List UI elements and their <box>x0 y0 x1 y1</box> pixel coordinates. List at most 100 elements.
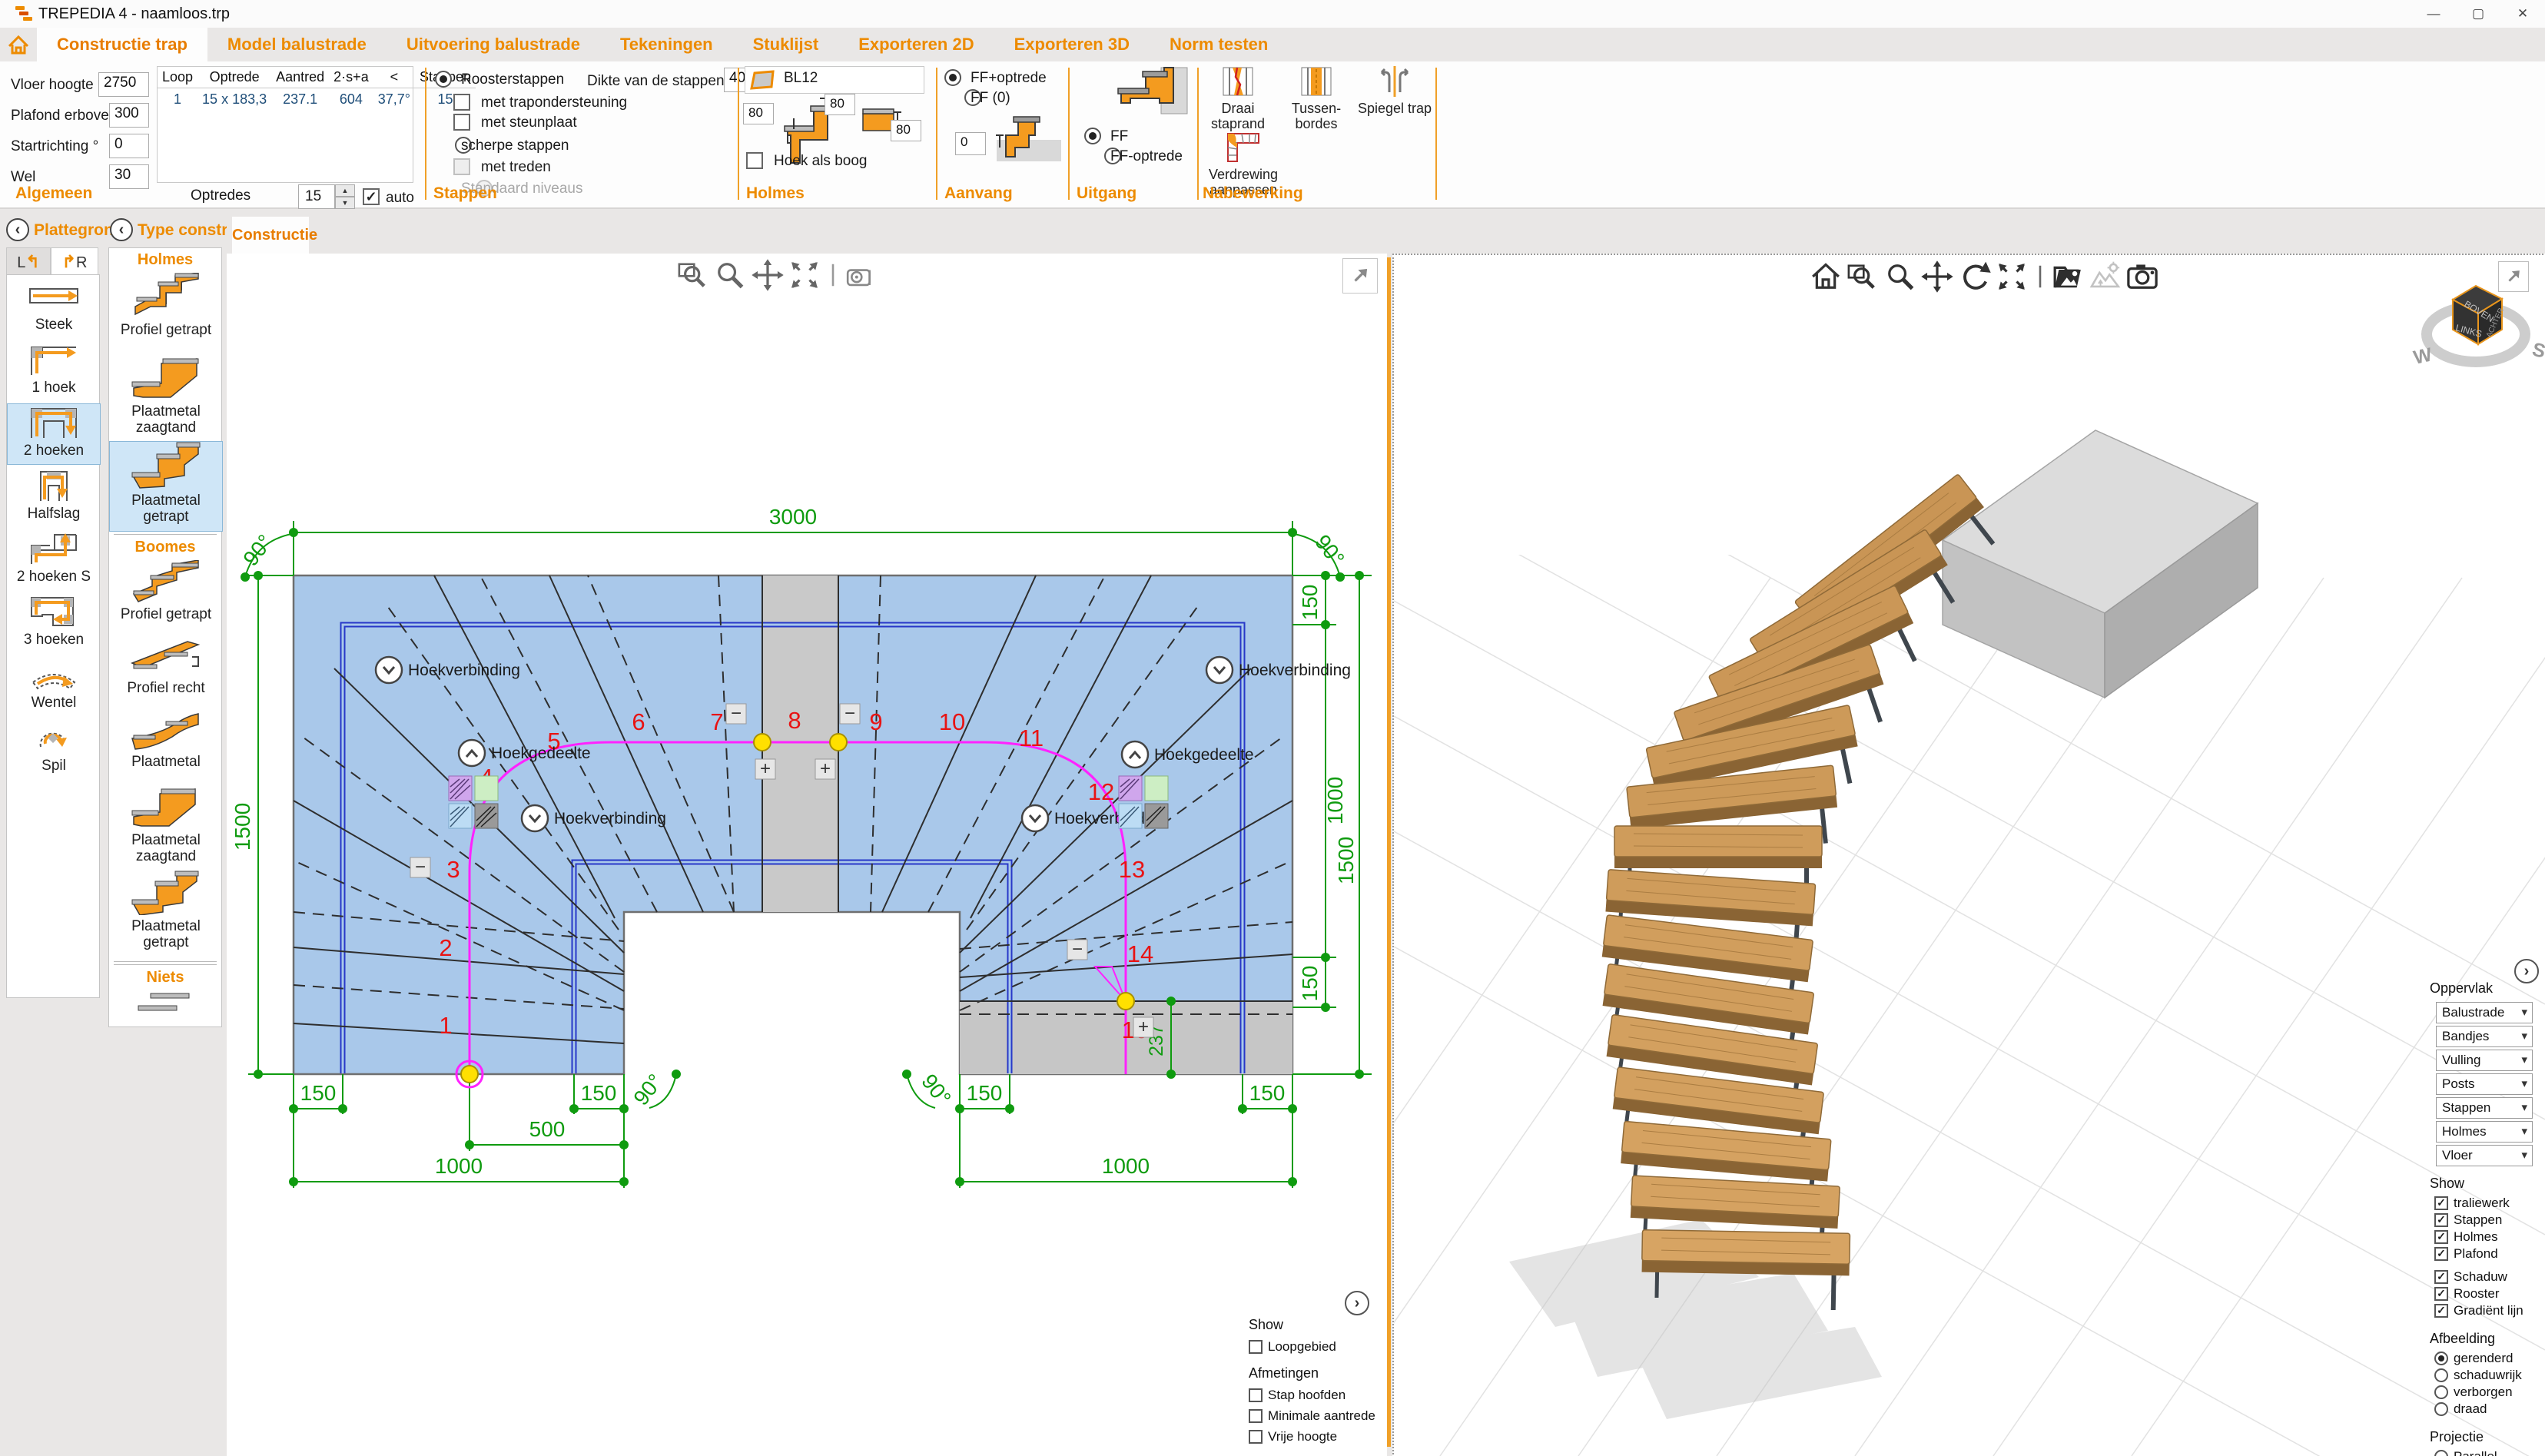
zoom-icon[interactable] <box>1883 260 1917 294</box>
steunplaat-checkbox[interactable] <box>453 114 470 131</box>
tussenbordes-button[interactable]: Tussen-bordes <box>1279 66 1353 132</box>
plan-type-steek[interactable]: Steek <box>8 278 100 338</box>
spiegel-trap-button[interactable]: Spiegel trap <box>1356 66 1433 116</box>
hoekverbinding-top-left[interactable]: Hoekverbinding <box>376 657 520 683</box>
balustrade-dropdown[interactable]: Balustrade▾ <box>2436 1002 2533 1023</box>
trapondersteuning-checkbox[interactable] <box>453 94 470 111</box>
vulling-dropdown[interactable]: Vulling▾ <box>2436 1050 2533 1071</box>
wel-input[interactable]: 30 <box>109 164 149 189</box>
tab-exporteren-3d[interactable]: Exporteren 3D <box>994 28 1150 61</box>
plan-type-2-hoeken-s[interactable]: 2 hoeken S <box>8 530 100 590</box>
plan-type-2-hoeken[interactable]: 2 hoeken <box>8 404 100 464</box>
tab-constructie-view[interactable]: Constructie <box>232 217 309 254</box>
boomes-plaatmetal[interactable]: Plaatmetal <box>110 711 222 781</box>
ff-exit-radio[interactable] <box>1084 128 1101 144</box>
boomes-profiel-recht[interactable]: Profiel recht <box>110 637 222 708</box>
hoekgedeelte-right[interactable]: Hoekgedeelte <box>1122 741 1254 768</box>
stap-hoofden-checkbox[interactable] <box>1249 1388 1263 1402</box>
vrije-hoogte-checkbox[interactable] <box>1249 1430 1263 1444</box>
schaduwrijk-radio[interactable] <box>2434 1368 2448 1382</box>
vloer-hoogte-input[interactable]: 2750 <box>98 72 149 97</box>
collapse-panel-icon[interactable]: ‹ <box>6 218 29 241</box>
plan-type-3-hoeken[interactable]: 3 hoeken <box>8 593 100 653</box>
boomes-profiel-getrapt[interactable]: Profiel getrapt <box>110 560 222 634</box>
roosterstappen-radio[interactable] <box>435 71 452 88</box>
traliewerk-checkbox[interactable]: ✓ <box>2434 1196 2448 1210</box>
view-splitter[interactable] <box>1387 257 1391 1447</box>
background-image-icon[interactable] <box>2051 260 2085 294</box>
draad-radio[interactable] <box>2434 1402 2448 1416</box>
holmes-checkbox[interactable]: ✓ <box>2434 1230 2448 1244</box>
fit-view-icon[interactable] <box>1995 260 2029 294</box>
holm-dim2-input[interactable]: 80 <box>825 94 855 115</box>
gerenderd-radio[interactable] <box>2434 1352 2448 1365</box>
loop-table[interactable]: Loop Optrede Aantred 2·s+a < Stappen 1 1… <box>157 66 413 183</box>
parallel-radio[interactable] <box>2434 1450 2448 1456</box>
tab-norm-testen[interactable]: Norm testen <box>1150 28 1288 61</box>
plan-type-spil[interactable]: Spil <box>8 719 100 779</box>
home-icon[interactable] <box>0 28 37 61</box>
maximize-button[interactable]: ▢ <box>2456 0 2500 28</box>
minimize-button[interactable]: — <box>2411 0 2456 28</box>
construction-plan-drawing[interactable]: 3000 1500 90° 90° 150 1000 150 1500 237 … <box>227 254 1387 1456</box>
holmes-plaatmetal-getrapt[interactable]: Plaatmetal getrapt <box>110 442 222 531</box>
direction-tab-left[interactable]: L↰ <box>6 247 51 275</box>
vloer-dropdown[interactable]: Vloer▾ <box>2436 1145 2533 1166</box>
tab-constructie-trap[interactable]: Constructie trap <box>37 28 207 61</box>
caret-down-icon: ▾ <box>2521 1003 2527 1023</box>
collapse-panel-icon[interactable]: ‹ <box>110 218 133 241</box>
boomes-plaatmetal-zaagtand[interactable]: Plaatmetal zaagtand <box>110 784 222 867</box>
startrichting-input[interactable]: 0 <box>109 134 149 158</box>
zoom-window-icon[interactable] <box>1846 260 1880 294</box>
minimale-aantrede-checkbox[interactable] <box>1249 1409 1263 1423</box>
verborgen-radio[interactable] <box>2434 1385 2448 1399</box>
tab-uitvoering-balustrade[interactable]: Uitvoering balustrade <box>387 28 600 61</box>
ff-optrede-start-radio[interactable] <box>944 69 961 86</box>
plan-type-wentel[interactable]: Wentel <box>8 656 100 716</box>
rooster-checkbox[interactable]: ✓ <box>2434 1287 2448 1301</box>
stappen-checkbox[interactable]: ✓ <box>2434 1213 2448 1227</box>
holm-dim3-input[interactable]: 80 <box>891 120 921 141</box>
tab-exporteren-2d[interactable]: Exporteren 2D <box>838 28 994 61</box>
gradient-lijn-checkbox[interactable]: ✓ <box>2434 1304 2448 1318</box>
holmes-dropdown[interactable]: Holmes▾ <box>2436 1121 2533 1143</box>
boomes-plaatmetal-getrapt[interactable]: Plaatmetal getrapt <box>110 871 222 957</box>
stappen-dropdown[interactable]: Stappen▾ <box>2436 1097 2533 1119</box>
view-3d[interactable]: W S BOVEN LINKS ACHTER <box>1392 254 2545 1456</box>
hoekverbinding-mid-left[interactable]: Hoekverbinding <box>522 805 666 831</box>
draai-staprand-button[interactable]: Draaistaprand <box>1201 66 1275 132</box>
tab-stuklijst[interactable]: Stuklijst <box>733 28 839 61</box>
screenshot-icon[interactable] <box>2125 260 2159 294</box>
tab-tekeningen[interactable]: Tekeningen <box>600 28 733 61</box>
plafond-erboven-input[interactable]: 300 <box>109 103 149 128</box>
schaduw-checkbox[interactable]: ✓ <box>2434 1270 2448 1284</box>
niets-item[interactable] <box>110 990 222 1024</box>
hoekgedeelte-left[interactable]: Hoekgedeelte <box>459 740 591 766</box>
close-button[interactable]: ✕ <box>2500 0 2545 28</box>
hoek-als-boog-checkbox[interactable] <box>746 152 763 169</box>
radio-label: FF+optrede <box>971 70 1047 87</box>
direction-tab-right[interactable]: ↱R <box>51 247 98 275</box>
hoekverbinding-top-right[interactable]: Hoekverbinding <box>1206 657 1351 683</box>
pan-icon[interactable] <box>1920 260 1954 294</box>
loopgebied-checkbox[interactable] <box>1249 1340 1263 1354</box>
view-cube[interactable]: W S BOVEN LINKS ACHTER <box>2411 286 2545 369</box>
popout-3d-button[interactable] <box>2498 261 2529 292</box>
met-treden-checkbox[interactable] <box>453 158 470 175</box>
holm-dim1-input[interactable]: 80 <box>743 103 774 124</box>
holmes-profiel-getrapt[interactable]: Profiel getrapt <box>110 273 222 350</box>
plafond-checkbox[interactable]: ✓ <box>2434 1247 2448 1261</box>
aanvang-input[interactable]: 0 <box>955 132 986 155</box>
expand-overlay-icon[interactable]: › <box>1345 1291 1369 1315</box>
home-view-icon[interactable] <box>1809 260 1843 294</box>
auto-checkbox[interactable]: ✓ <box>363 188 380 205</box>
holm-profile-select[interactable]: BL12 <box>745 66 924 94</box>
bandjes-dropdown[interactable]: Bandjes▾ <box>2436 1026 2533 1047</box>
holmes-plaatmetal-zaagtand[interactable]: Plaatmetal zaagtand <box>110 353 222 439</box>
rotate-view-icon[interactable] <box>1958 260 1992 294</box>
posts-dropdown[interactable]: Posts▾ <box>2436 1073 2533 1095</box>
tab-model-balustrade[interactable]: Model balustrade <box>207 28 387 61</box>
environment-icon[interactable] <box>2089 260 2122 294</box>
plan-type-halfslag[interactable]: Halfslag <box>8 467 100 527</box>
plan-type-1-hoek[interactable]: 1 hoek <box>8 341 100 401</box>
